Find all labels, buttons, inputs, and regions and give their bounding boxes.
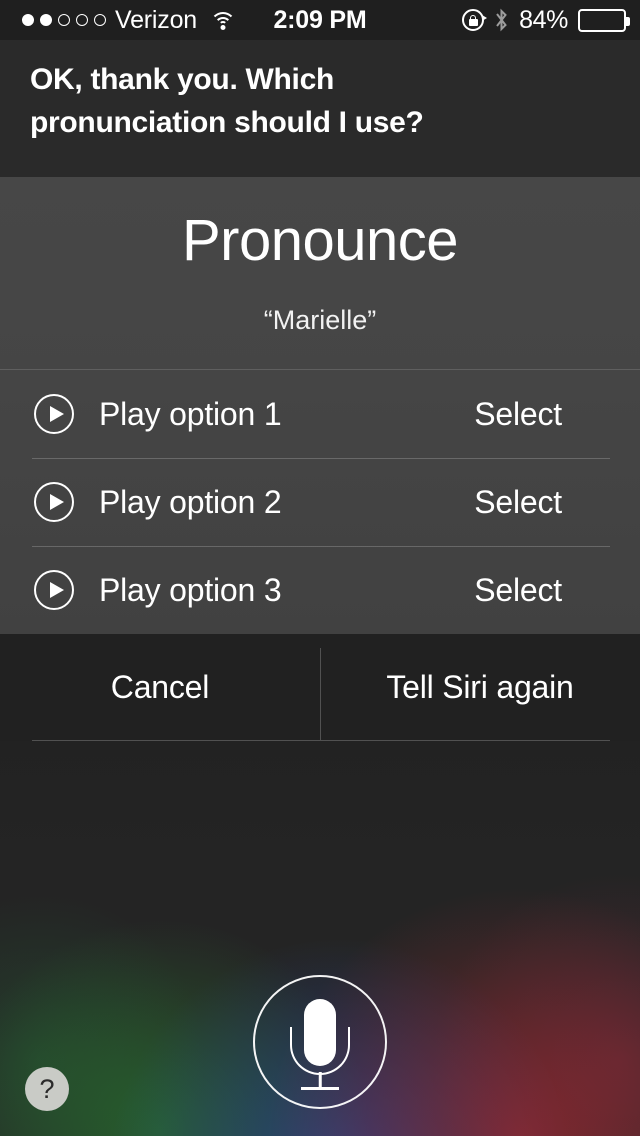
pronunciation-option-row-2[interactable]: Play option 2 Select [0, 458, 640, 546]
card-title: Pronounce [181, 208, 459, 273]
card-action-bar: Cancel Tell Siri again [0, 634, 640, 741]
siri-reply-line-1: OK, thank you. Which [30, 63, 335, 96]
help-button[interactable]: ? [25, 1067, 69, 1111]
pronunciation-option-row-3[interactable]: Play option 3 Select [0, 546, 640, 634]
bluetooth-icon [494, 8, 509, 32]
question-mark-icon: ? [39, 1073, 55, 1104]
battery-percent-label: 84% [519, 5, 568, 34]
play-icon[interactable] [34, 482, 74, 522]
battery-icon [578, 8, 630, 32]
siri-reply-text: OK, thank you. Which pronunciation shoul… [0, 40, 640, 177]
action-bottom-divider [32, 740, 610, 741]
pronunciation-option-row-1[interactable]: Play option 1 Select [0, 370, 640, 458]
rotation-lock-icon [462, 9, 488, 31]
select-button-3[interactable]: Select [474, 572, 562, 609]
action-vertical-divider [320, 648, 321, 740]
pronounce-card: Pronounce “Marielle” Play option 1 Selec… [0, 177, 640, 634]
play-icon[interactable] [34, 394, 74, 434]
cancel-button[interactable]: Cancel [0, 634, 320, 741]
option-label-3: Play option 3 [99, 571, 282, 608]
tell-siri-again-button[interactable]: Tell Siri again [320, 634, 640, 741]
microphone-button[interactable] [253, 975, 387, 1109]
status-bar-right: 84% [462, 5, 630, 35]
card-header: Pronounce “Marielle” [0, 177, 640, 370]
option-label-2: Play option 2 [99, 483, 282, 520]
option-label-1: Play option 1 [99, 395, 282, 432]
play-icon[interactable] [34, 570, 74, 610]
status-bar: Verizon 2:09 PM 84% [0, 0, 640, 40]
select-button-1[interactable]: Select [474, 396, 562, 433]
select-button-2[interactable]: Select [474, 484, 562, 521]
card-subtitle: “Marielle” [263, 305, 377, 335]
siri-reply-line-2: pronunciation should I use? [30, 106, 424, 139]
